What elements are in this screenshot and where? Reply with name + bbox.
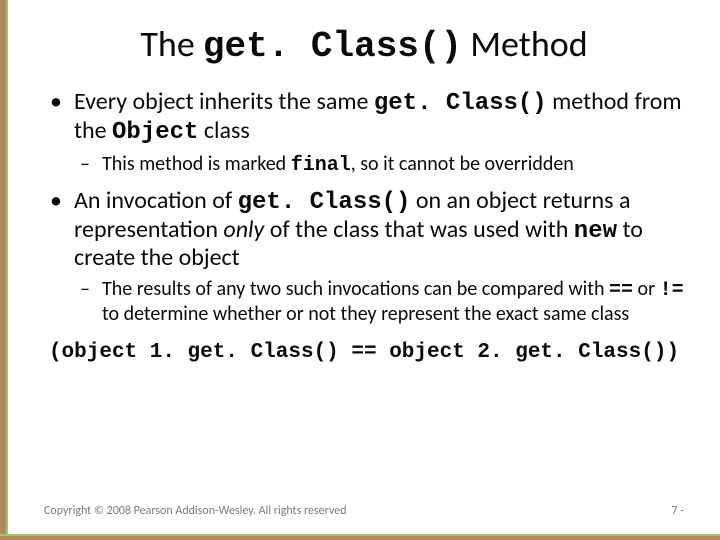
text: class [198,116,249,145]
copyright-text: Copyright © 2008 Pearson Addison-Wesley.… [44,504,347,518]
title-prefix: The [140,22,203,66]
slide-border-left [0,0,6,540]
text: of the class that was used with [264,215,574,244]
bullet-1: Every object inherits the same get. Clas… [44,89,684,177]
sub-list: This method is marked final, so it canno… [74,153,684,178]
bullet-2: An invocation of get. Class() on an obje… [44,188,684,364]
slide-content: The get. Class() Method Every object inh… [8,0,720,536]
code: get. Class() [238,189,411,216]
title-suffix: Method [462,22,588,66]
code: != [660,279,684,302]
title-method-code: get. Class() [203,26,462,67]
text: to determine whether or not they represe… [102,302,629,326]
text: The results of any two such invocations … [102,277,609,301]
italic-text: only [223,215,264,244]
code: get. Class() [374,90,547,117]
sub-bullet: This method is marked final, so it canno… [74,153,684,178]
text: This method is marked [102,152,291,176]
code-example-line: (object 1. get. Class() == object 2. get… [44,341,684,365]
slide-border-bottom [0,536,720,540]
sub-list: The results of any two such invocations … [74,278,684,326]
text: , so it cannot be overridden [351,152,574,176]
text: An invocation of [74,186,238,215]
slide-footer: Copyright © 2008 Pearson Addison-Wesley.… [44,504,684,518]
text: Every object inherits the same [74,87,374,116]
code: Object [112,119,198,146]
page-number: 7 - [672,504,684,518]
bullet-list: Every object inherits the same get. Clas… [44,89,684,364]
text: or [633,277,660,301]
slide-title: The get. Class() Method [44,24,684,67]
code: new [574,218,617,245]
sub-bullet: The results of any two such invocations … [74,278,684,326]
code: == [609,279,633,302]
code: final [291,154,351,177]
